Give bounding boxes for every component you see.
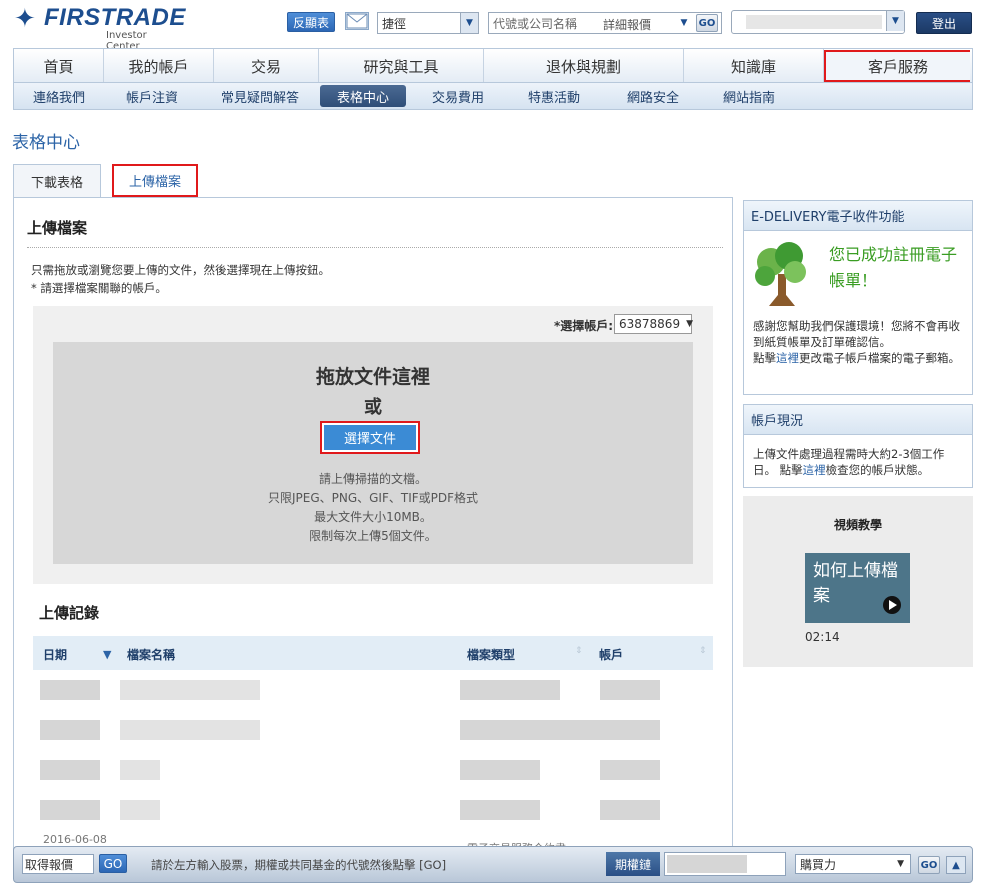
quote-input[interactable]: 取得報價 <box>22 854 94 874</box>
upload-records-title: 上傳記錄 <box>39 604 100 622</box>
detail-quote-option: 詳細報價 <box>603 18 652 32</box>
main-nav: 首頁 我的帳戶 交易 研究與工具 退休與規劃 知識庫 客戶服務 <box>13 48 973 83</box>
chevron-down-icon: ▼ <box>686 319 693 329</box>
account-status-title: 帳戶現況 <box>744 405 972 435</box>
video-duration: 02:14 <box>805 630 840 644</box>
page-title: 表格中心 <box>12 133 80 153</box>
firstrade-logo[interactable]: ✦ FIRSTRADE Investor Center <box>14 4 185 52</box>
chevron-down-icon: ▼ <box>460 13 478 33</box>
option-blurred <box>667 855 747 873</box>
video-tutorial-title: 視頻教學 <box>833 518 882 532</box>
subnav-security[interactable]: 網路安全 <box>598 85 708 107</box>
nav-my-account[interactable]: 我的帳戶 <box>104 49 214 83</box>
account-status-text: 上傳文件處理過程需時大約2-3個工作日。 點擊這裡檢查您的帳戶狀態。 <box>753 446 967 478</box>
edelivery-text-post: 更改電子帳戶檔案的電子郵箱。 <box>799 351 960 365</box>
sub-nav: 連絡我們 帳戶注資 常見疑問解答 表格中心 交易費用 特惠活動 網路安全 網站指… <box>13 82 973 110</box>
edelivery-here-link[interactable]: 這裡 <box>776 351 799 365</box>
table-row[interactable] <box>33 760 713 780</box>
edelivery-text: 感謝您幫助我們保護環境！您將不會再收到紙質帳單及訂單確認信。 點擊這裡更改電子帳… <box>753 318 967 366</box>
chevron-down-icon: ▼ <box>680 18 688 28</box>
records-table-header: 日期 ▼ 檔案名稱 檔案類型 ⇕ 帳戶 ⇕ <box>33 636 713 670</box>
tab-download-forms[interactable]: 下載表格 <box>13 164 101 198</box>
shortcut-value: 捷徑 <box>382 16 407 31</box>
subnav-contact[interactable]: 連絡我們 <box>14 85 104 107</box>
status-text-post: 檢查您的帳戶狀態。 <box>825 463 930 477</box>
sort-icon[interactable]: ⇕ <box>575 646 583 656</box>
upload-account-select[interactable]: 63878869 ▼ <box>614 314 693 334</box>
table-row[interactable] <box>33 720 713 740</box>
col-account[interactable]: 帳戶 <box>599 646 623 663</box>
expand-up-icon[interactable]: ▲ <box>946 856 966 874</box>
dropzone-note-scan: 請上傳掃描的文檔。 <box>318 472 427 486</box>
logo-text: FIRSTRADE <box>44 4 186 31</box>
chevron-down-icon: ▼ <box>886 11 904 31</box>
choose-file-button[interactable]: 選擇文件 <box>324 425 416 450</box>
sort-icon[interactable]: ⇕ <box>699 646 707 656</box>
edelivery-success-message: 您已成功註冊電子帳單！ <box>829 245 958 290</box>
buying-power-value: 購買力 <box>800 857 837 872</box>
choose-file-highlight: 選擇文件 <box>320 421 420 454</box>
subnav-site-guide[interactable]: 網站指南 <box>708 85 790 107</box>
table-row[interactable] <box>33 800 713 820</box>
edelivery-text-pre: 點擊 <box>753 351 776 365</box>
nav-retirement[interactable]: 退休與規劃 <box>484 49 684 83</box>
dropzone-note-limit: 限制每次上傳5個文件。 <box>309 529 437 543</box>
status-here-link[interactable]: 這裡 <box>803 463 826 477</box>
search-go-button[interactable]: GO <box>696 14 718 32</box>
subnav-fees[interactable]: 交易費用 <box>406 85 510 107</box>
tab-upload-files[interactable]: 上傳檔案 <box>112 164 198 197</box>
subnav-funding[interactable]: 帳戶注資 <box>104 85 200 107</box>
quote-hint: 請於左方輸入股票，期權或共同基金的代號然後點擊 [GO] <box>151 858 447 872</box>
dropzone-title: 拖放文件這裡 <box>315 366 430 388</box>
nav-trade[interactable]: 交易 <box>214 49 319 83</box>
partial-row-date: 2016-06-08 <box>43 833 107 846</box>
invert-display-button[interactable]: 反顯表 <box>287 12 335 32</box>
divider <box>27 247 723 248</box>
chevron-down-icon: ▼ <box>897 859 904 869</box>
account-select-label: *選擇帳戶: <box>554 319 614 333</box>
bottom-go-button[interactable]: GO <box>918 856 940 874</box>
col-filetype[interactable]: 檔案類型 <box>467 646 515 663</box>
col-filename[interactable]: 檔案名稱 <box>127 646 175 663</box>
nav-customer-service[interactable]: 客戶服務 <box>824 50 970 82</box>
sort-desc-icon[interactable]: ▼ <box>103 648 111 661</box>
edelivery-change-email: 點擊這裡更改電子帳戶檔案的電子郵箱。 <box>753 350 967 366</box>
option-chain-button[interactable]: 期權鏈 <box>606 852 660 876</box>
search-placeholder: 代號或公司名稱 <box>493 16 578 31</box>
buying-power-select[interactable]: 購買力 ▼ <box>795 854 911 874</box>
account-blurred <box>746 15 882 29</box>
subnav-promotions[interactable]: 特惠活動 <box>510 85 598 107</box>
upload-instructions: 只需拖放或瀏覽您要上傳的文件，然後選擇現在上傳按鈕。 <box>31 263 330 277</box>
symbol-search-input[interactable]: 代號或公司名稱 詳細報價 ▼ <box>488 12 722 34</box>
col-date[interactable]: 日期 <box>43 646 67 663</box>
shortcut-select[interactable]: 捷徑 ▼ <box>377 12 479 34</box>
logout-button[interactable]: 登出 <box>916 12 972 34</box>
nav-knowledge[interactable]: 知識庫 <box>684 49 824 83</box>
subnav-faq[interactable]: 常見疑問解答 <box>200 85 320 107</box>
upload-account-note: * 請選擇檔案關聯的帳戶。 <box>31 281 167 295</box>
upload-section-title: 上傳檔案 <box>27 219 88 237</box>
logo-arrow-icon: ✦ <box>14 4 36 34</box>
nav-home[interactable]: 首頁 <box>14 49 104 83</box>
mail-icon[interactable] <box>345 12 369 30</box>
account-select[interactable]: ▼ <box>731 10 905 34</box>
dropzone-or: 或 <box>364 397 382 418</box>
table-row[interactable] <box>33 680 713 700</box>
play-icon[interactable] <box>883 596 901 614</box>
subnav-forms[interactable]: 表格中心 <box>320 85 406 107</box>
dropzone-note-format: 只限JPEG、PNG、GIF、TIF或PDF格式 <box>267 491 479 505</box>
nav-research[interactable]: 研究與工具 <box>319 49 484 83</box>
upload-account-value: 63878869 <box>619 317 681 331</box>
edelivery-thanks: 感謝您幫助我們保護環境！您將不會再收到紙質帳單及訂單確認信。 <box>753 319 960 349</box>
quote-go-button[interactable]: GO <box>99 854 127 873</box>
option-chain-input[interactable] <box>664 852 786 876</box>
tree-icon <box>755 242 806 306</box>
edelivery-title: E-DELIVERY電子收件功能 <box>744 201 972 231</box>
dropzone-note-size: 最大文件大小10MB。 <box>314 510 432 524</box>
